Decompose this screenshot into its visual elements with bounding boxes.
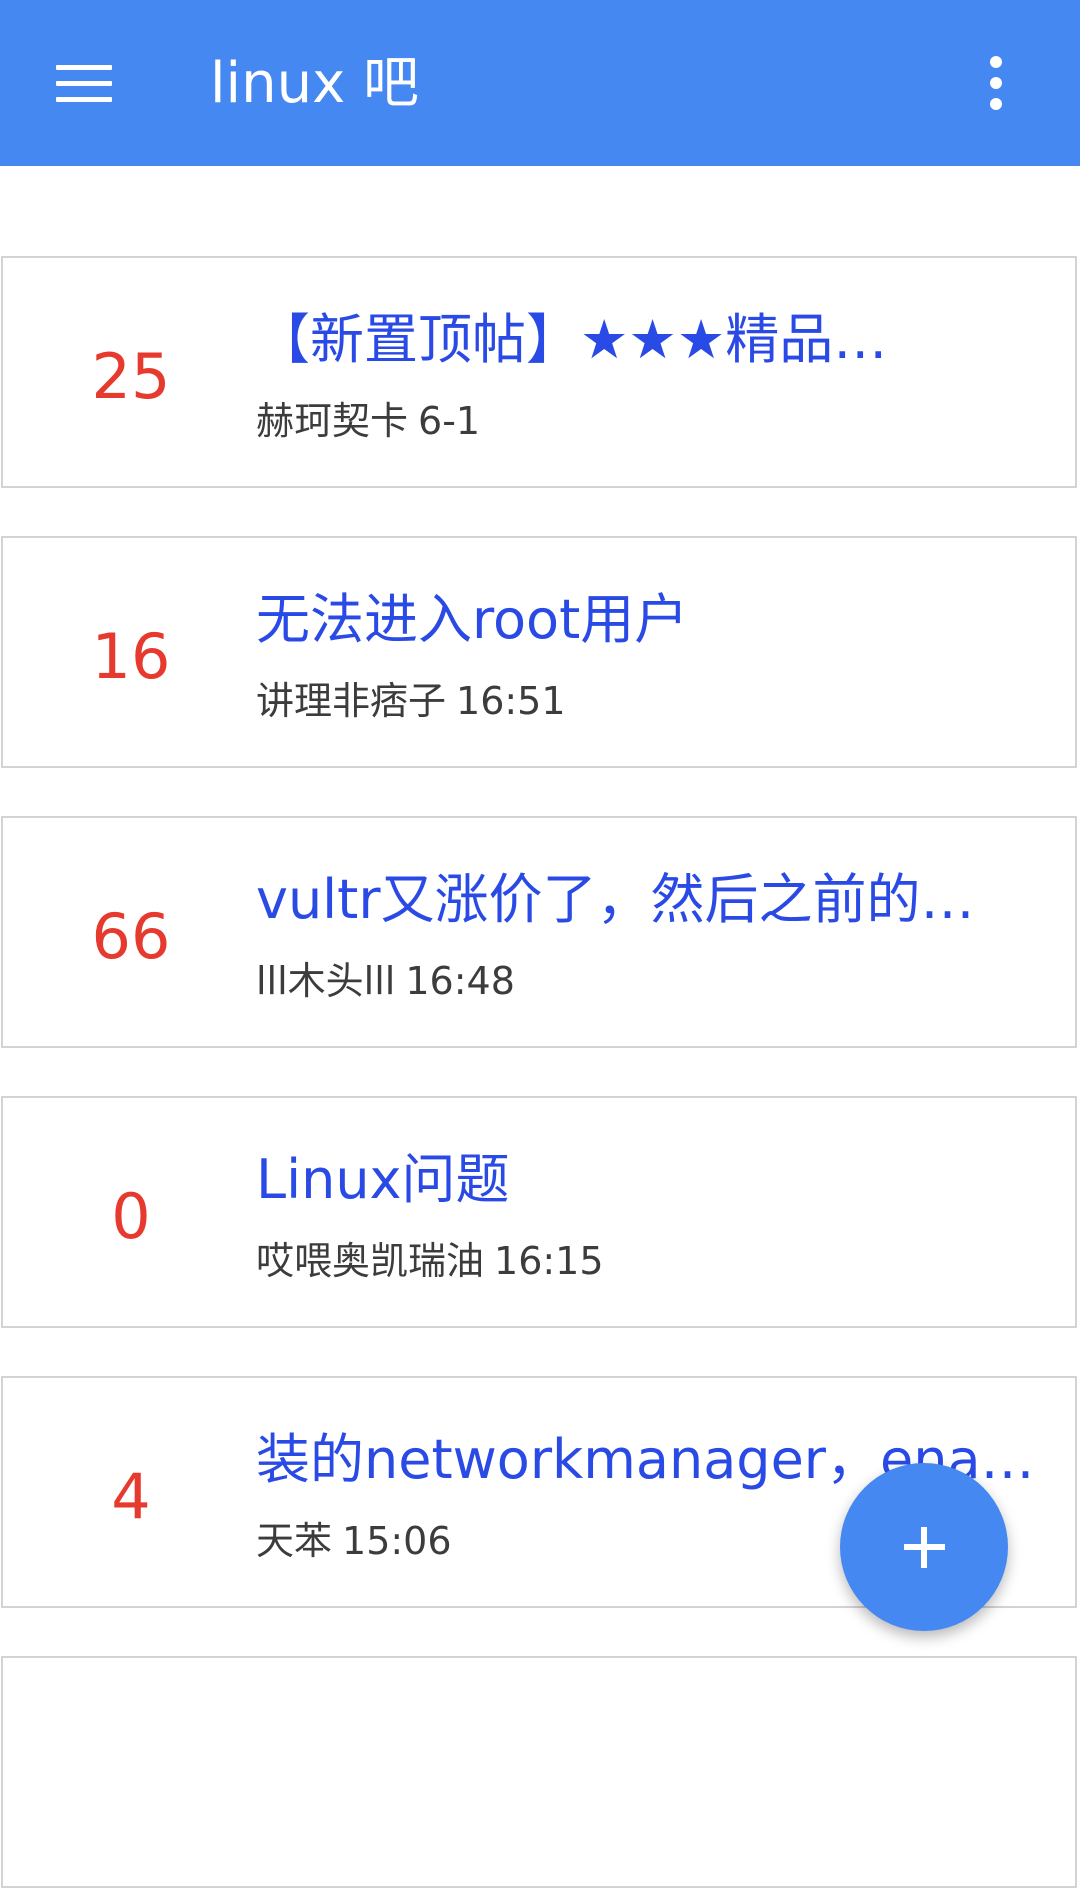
post-title[interactable]: vultr又涨价了，然后之前的… [256,864,1046,936]
post-author: 天苯 [256,1519,333,1563]
post-author: 赫珂契卡 [256,399,409,443]
post-title[interactable]: 无法进入root用户 [256,584,1046,656]
post-time: 16:15 [494,1239,604,1283]
page-title: linux 吧 [210,51,420,116]
reply-count: 66 [91,900,171,973]
post-card[interactable] [1,1656,1077,1888]
post-title[interactable]: Linux问题 [256,1144,1046,1216]
more-vert-icon[interactable] [970,50,1022,116]
post-meta: lll木头lll 16:48 [256,956,515,1006]
post-card[interactable]: 66 vultr又涨价了，然后之前的… lll木头lll 16:48 [1,816,1077,1048]
post-time: 16:48 [405,959,515,1003]
reply-count: 25 [91,340,171,413]
hamburger-menu-icon[interactable] [40,48,128,118]
post-card[interactable]: 25 【新置顶帖】★★★精品… 赫珂契卡 6-1 [1,256,1077,488]
post-time: 15:06 [342,1519,452,1563]
post-author: 哎喂奥凯瑞油 [256,1239,485,1283]
post-time: 6-1 [418,399,481,443]
post-meta: 赫珂契卡 6-1 [256,396,480,446]
post-author: 讲理非痞子 [256,679,447,723]
post-author: lll木头lll [256,959,396,1003]
post-title[interactable]: 【新置顶帖】★★★精品… [256,304,1046,376]
post-meta: 天苯 15:06 [256,1516,452,1566]
post-meta: 哎喂奥凯瑞油 16:15 [256,1236,604,1286]
post-meta: 讲理非痞子 16:51 [256,676,566,726]
post-card[interactable]: 16 无法进入root用户 讲理非痞子 16:51 [1,536,1077,768]
new-post-button[interactable] [840,1463,1008,1631]
reply-count: 4 [111,1460,151,1533]
app-bar: linux 吧 [0,0,1080,166]
reply-count: 0 [111,1180,151,1253]
post-card[interactable]: 0 Linux问题 哎喂奥凯瑞油 16:15 [1,1096,1077,1328]
reply-count: 16 [91,620,171,693]
post-time: 16:51 [456,679,566,723]
